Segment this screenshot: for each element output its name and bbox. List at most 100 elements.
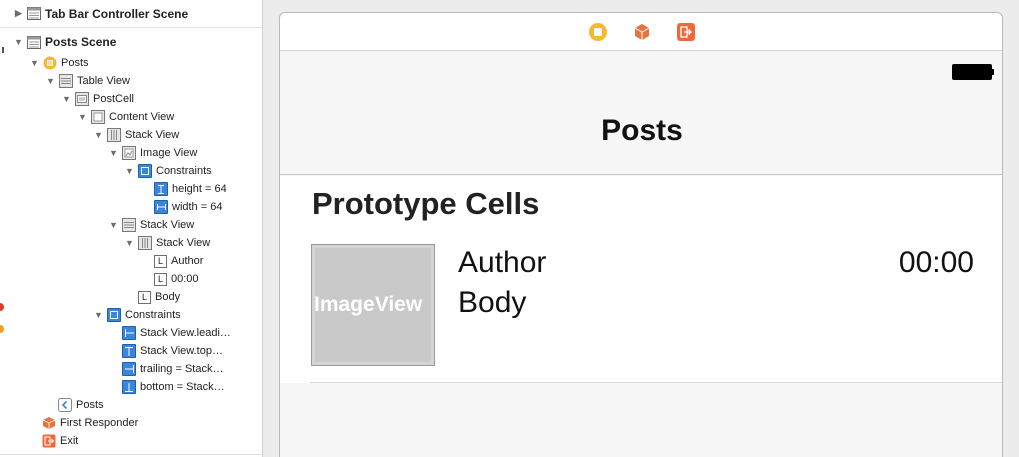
battery-icon xyxy=(952,64,994,80)
outline-item-stack-view-nested[interactable]: ▼ Stack View xyxy=(124,234,210,252)
outline-item-label: Author xyxy=(171,255,204,267)
disclosure-down-icon[interactable]: ▼ xyxy=(93,310,104,321)
time-label[interactable]: 00:00 xyxy=(899,246,974,280)
left-edge-fragment xyxy=(0,325,4,333)
disclosure-down-icon[interactable]: ▼ xyxy=(93,130,104,141)
disclosure-down-icon[interactable]: ▼ xyxy=(13,37,24,48)
outline-item-bottom-constraint[interactable]: bottom = Stack… xyxy=(122,378,225,396)
horizontal-stack-icon xyxy=(138,236,152,250)
outline-scene-label: Tab Bar Controller Scene xyxy=(45,6,189,21)
bottom-constraint-icon xyxy=(122,380,136,394)
outline-item-exit[interactable]: Exit xyxy=(42,432,78,450)
table-cell-icon xyxy=(75,92,89,106)
image-view-placeholder[interactable]: ImageView xyxy=(311,244,435,366)
first-responder-icon xyxy=(42,416,56,430)
outline-item-label: Image View xyxy=(140,147,198,159)
view-controller-icon[interactable] xyxy=(588,22,608,42)
outline-item-label: Content View xyxy=(109,111,175,123)
trailing-constraint-icon xyxy=(122,362,136,376)
outline-item-image-view[interactable]: ▼ Image View xyxy=(108,144,197,162)
storyboard-canvas[interactable]: Posts Prototype Cells ImageView Author B… xyxy=(264,0,1019,457)
table-view[interactable]: Prototype Cells ImageView Author Body 00… xyxy=(280,176,1002,383)
disclosure-down-icon[interactable]: ▼ xyxy=(61,94,72,105)
outline-item-label: Constraints xyxy=(156,165,212,177)
posts-scene-frame[interactable]: Posts Prototype Cells ImageView Author B… xyxy=(279,12,1003,457)
outline-item-label: height = 64 xyxy=(172,183,227,195)
first-responder-icon[interactable] xyxy=(632,22,652,42)
outline-item-label: Stack View xyxy=(125,129,180,141)
view-controller-icon xyxy=(43,56,57,70)
horizontal-stack-icon xyxy=(107,128,121,142)
outline-item-label: First Responder xyxy=(60,417,139,429)
outline-item-stack-view[interactable]: ▼ Stack View xyxy=(93,126,179,144)
image-view-icon xyxy=(122,146,136,160)
outline-item-label: Constraints xyxy=(125,309,181,321)
constraints-icon xyxy=(107,308,121,322)
disclosure-down-icon[interactable]: ▼ xyxy=(29,58,40,69)
outline-item-content-view[interactable]: ▼ Content View xyxy=(77,108,174,126)
disclosure-down-icon[interactable]: ▼ xyxy=(45,76,56,87)
disclosure-right-icon[interactable]: ▶ xyxy=(13,8,24,19)
outline-item-height-constraint[interactable]: height = 64 xyxy=(154,180,227,198)
outline-item-posts-vc[interactable]: ▼ Posts xyxy=(29,54,89,72)
body-label[interactable]: Body xyxy=(458,286,526,320)
outline-item-label: Stack View.top… xyxy=(140,345,223,357)
outline-item-label: trailing = Stack… xyxy=(140,363,224,375)
outline-item-table-view[interactable]: ▼ Table View xyxy=(45,72,130,90)
scene-icon xyxy=(27,7,41,21)
outline-item-label: 00:00 xyxy=(171,273,199,285)
navigation-bar: Posts xyxy=(280,52,1002,175)
constraints-icon xyxy=(138,164,152,178)
author-label[interactable]: Author xyxy=(458,246,546,280)
disclosure-down-icon[interactable]: ▼ xyxy=(108,220,119,231)
outline-item-body-label[interactable]: L Body xyxy=(138,288,180,306)
outline-item-constraints-content[interactable]: ▼ Constraints xyxy=(93,306,181,324)
outline-item-label: Stack View xyxy=(140,219,195,231)
outline-item-label: PostCell xyxy=(93,93,134,105)
outline-item-top-constraint[interactable]: Stack View.top… xyxy=(122,342,223,360)
exit-icon[interactable] xyxy=(676,22,696,42)
outline-scene-label: Posts Scene xyxy=(45,35,117,49)
outline-scene-posts[interactable]: ▼ Posts Scene xyxy=(0,28,262,56)
disclosure-down-icon[interactable]: ▼ xyxy=(108,148,119,159)
disclosure-down-icon[interactable]: ▼ xyxy=(124,166,135,177)
top-constraint-icon xyxy=(122,344,136,358)
outline-item-label: Posts xyxy=(76,399,104,411)
table-view-icon xyxy=(59,74,73,88)
outline-item-trailing-constraint[interactable]: trailing = Stack… xyxy=(122,360,223,378)
prototype-cells-header: Prototype Cells xyxy=(312,186,540,221)
outline-item-leading-constraint[interactable]: Stack View.leadi… xyxy=(122,324,231,342)
cell-separator-inset xyxy=(280,381,310,383)
outline-item-label: Exit xyxy=(60,435,79,447)
disclosure-down-icon[interactable]: ▼ xyxy=(77,112,88,123)
outline-item-author-label[interactable]: L Author xyxy=(154,252,203,270)
outline-item-label: Table View xyxy=(77,75,130,87)
outline-item-navigation-item[interactable]: Posts xyxy=(58,396,104,414)
image-view-placeholder-label: ImageView xyxy=(314,293,423,316)
outline-separator xyxy=(0,454,262,455)
exit-icon xyxy=(42,434,56,448)
outline-item-label: bottom = Stack… xyxy=(140,381,225,393)
outline-item-first-responder[interactable]: First Responder xyxy=(42,414,138,432)
outline-item-label: Stack View xyxy=(156,237,211,249)
label-icon: L xyxy=(138,290,151,304)
width-constraint-icon xyxy=(154,200,168,214)
vertical-stack-icon xyxy=(122,218,136,232)
outline-item-label: width = 64 xyxy=(172,201,223,213)
leading-constraint-icon xyxy=(122,326,136,340)
label-icon: L xyxy=(154,254,167,268)
outline-item-width-constraint[interactable]: width = 64 xyxy=(154,198,222,216)
outline-item-postcell[interactable]: ▼ PostCell xyxy=(61,90,134,108)
outline-item-stack-view-vertical[interactable]: ▼ Stack View xyxy=(108,216,194,234)
nav-title: Posts xyxy=(601,114,683,147)
outline-item-label: Body xyxy=(155,291,181,303)
content-view-icon xyxy=(91,110,105,124)
outline-item-constraints[interactable]: ▼ Constraints xyxy=(124,162,212,180)
outline-item-time-label[interactable]: L 00:00 xyxy=(154,270,199,288)
scene-icon xyxy=(27,35,41,49)
document-outline: ▶ Tab Bar Controller Scene ▼ Posts Scene… xyxy=(0,0,263,457)
label-icon: L xyxy=(154,272,167,286)
disclosure-down-icon[interactable]: ▼ xyxy=(124,238,135,249)
outline-item-label: Stack View.leadi… xyxy=(140,327,231,339)
outline-scene-tab-bar[interactable]: ▶ Tab Bar Controller Scene xyxy=(0,0,262,28)
